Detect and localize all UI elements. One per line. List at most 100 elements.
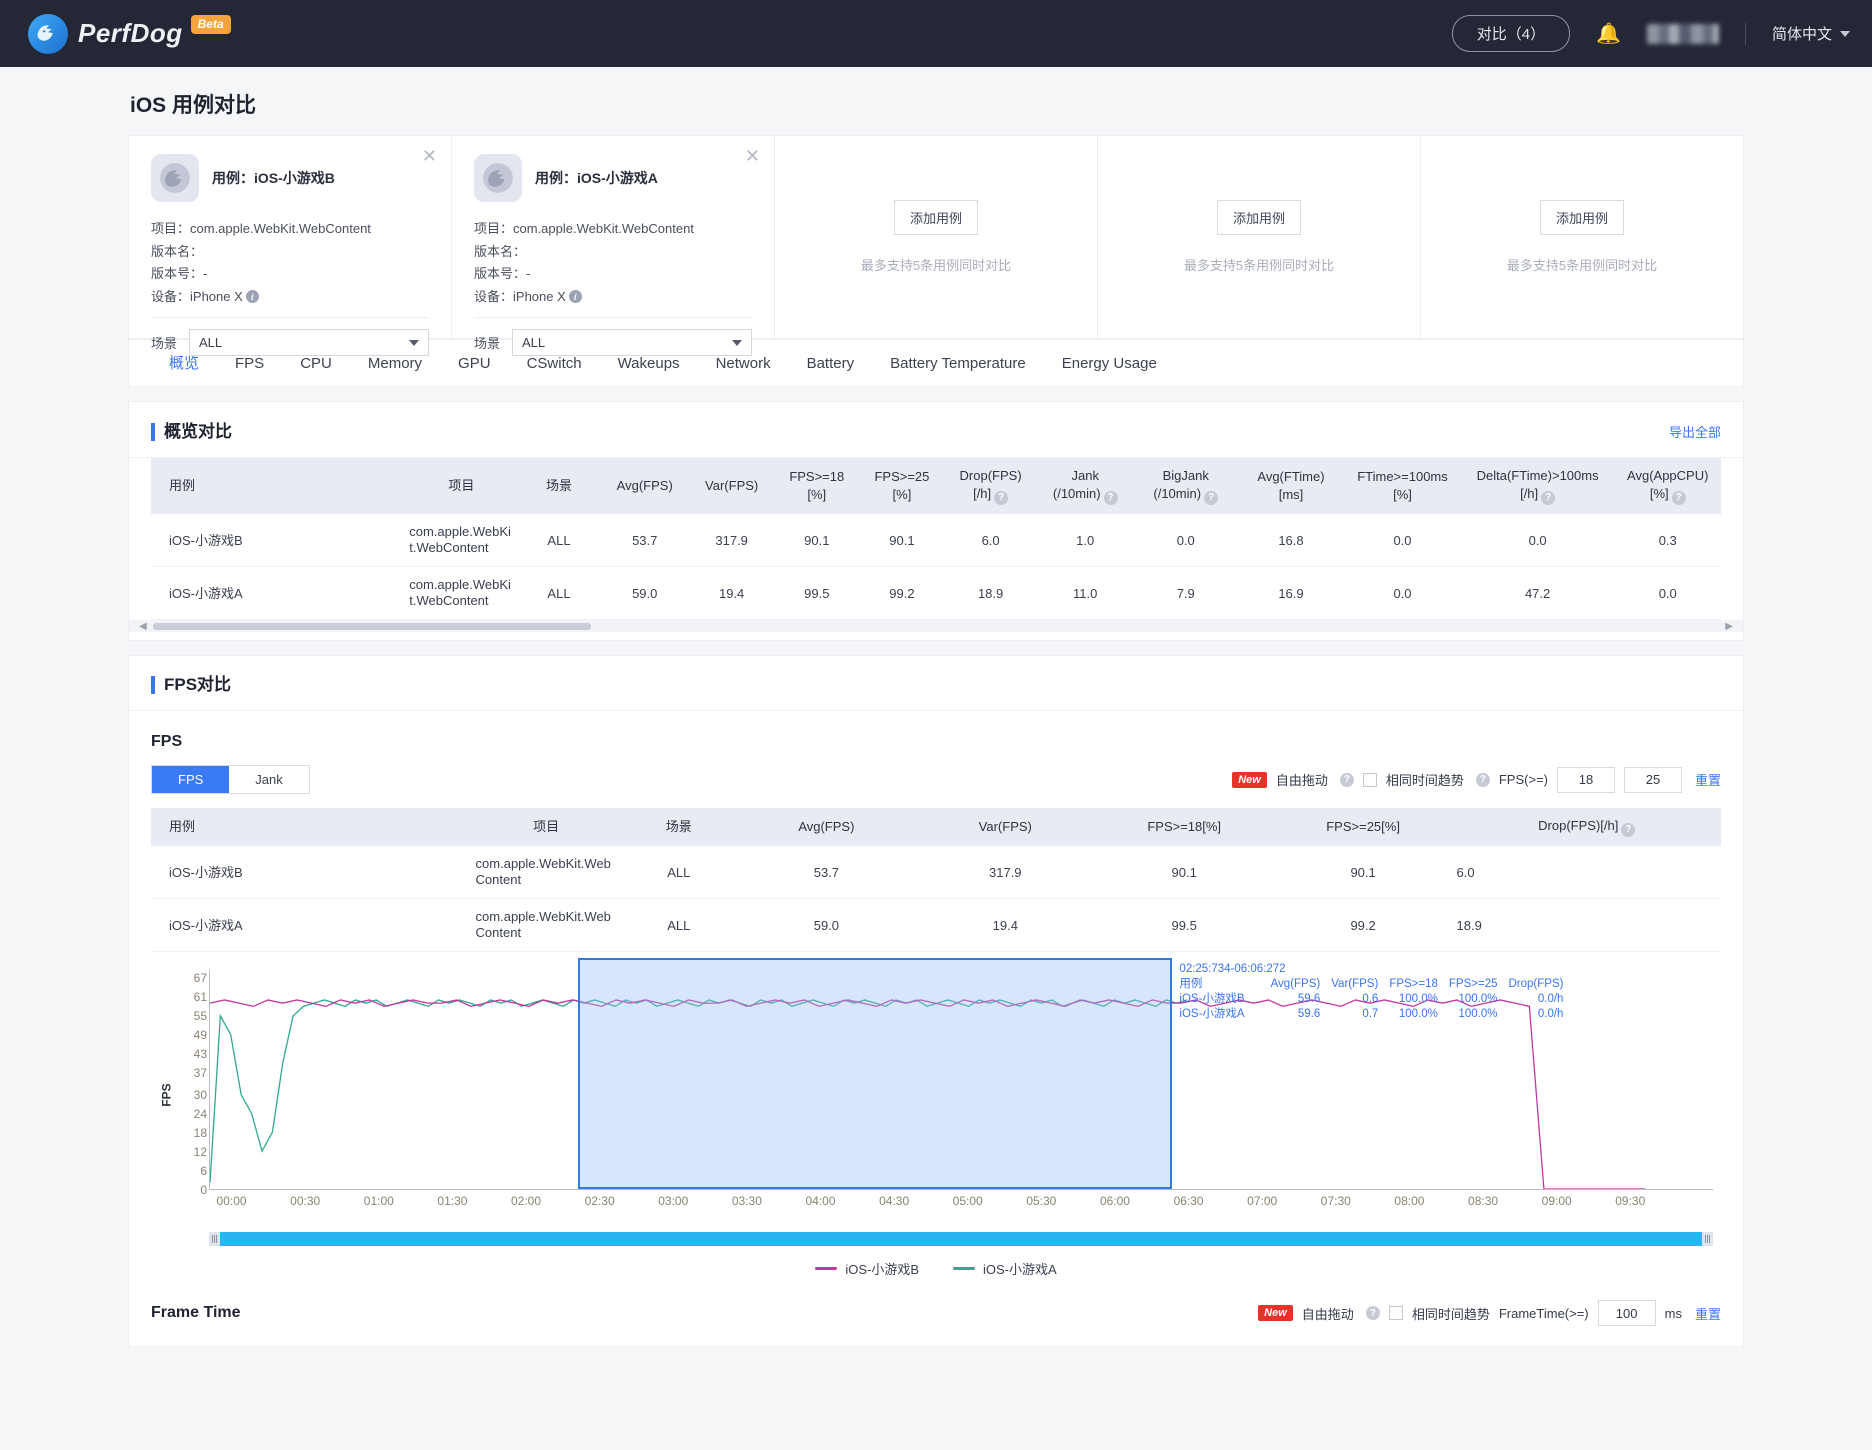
help-icon[interactable]: ? xyxy=(1204,491,1219,505)
help-icon[interactable]: ? xyxy=(1365,1306,1380,1320)
column-header: Drop(FPS)[/h]? xyxy=(1452,808,1721,846)
table-cell: ALL xyxy=(517,566,601,620)
table-cell: 47.2 xyxy=(1460,566,1615,620)
scroll-left-icon[interactable]: ◀ xyxy=(139,621,147,632)
frametime-threshold-input[interactable]: 100 xyxy=(1597,1300,1656,1326)
help-icon[interactable]: ? xyxy=(1339,772,1354,787)
table-cell: 99.5 xyxy=(1094,898,1274,952)
y-tick-label: 61 xyxy=(193,989,207,1004)
table-header-row: 用例项目场景Avg(FPS)Var(FPS)FPS>=18[%]FPS>=25[… xyxy=(151,458,1721,514)
beta-badge: Beta xyxy=(190,15,231,34)
tab-battery[interactable]: Battery xyxy=(789,340,873,387)
table-cell: 6.0 xyxy=(1452,846,1721,899)
case-cards-container: ✕ 用例：iOS-小游戏B 项目：com.apple.WebKit.WebCon… xyxy=(128,135,1744,356)
same-time-trend-checkbox[interactable] xyxy=(1388,1306,1403,1320)
table-cell: com.apple.WebKit.WebContent xyxy=(471,846,621,899)
free-drag-label: 自由拖动 xyxy=(1301,1306,1354,1322)
table-cell: 317.9 xyxy=(915,846,1095,899)
table-cell: 19.4 xyxy=(915,898,1095,952)
reset-link[interactable]: 重置 xyxy=(1695,1304,1721,1323)
legend-item[interactable]: iOS-小游戏B xyxy=(815,1259,919,1278)
add-case-button[interactable]: 添加用例 xyxy=(1216,200,1301,235)
table-cell: 317.9 xyxy=(689,514,775,567)
legend-item[interactable]: iOS-小游戏A xyxy=(953,1259,1057,1278)
chart-range-scrollbar[interactable] xyxy=(209,1232,1713,1246)
y-tick-label: 43 xyxy=(193,1046,207,1061)
table-cell: 0.0 xyxy=(1133,514,1238,567)
table-cell: ALL xyxy=(620,846,737,899)
toggle-fps[interactable]: FPS xyxy=(152,766,230,793)
fps-jank-toggle: FPS Jank xyxy=(151,765,310,794)
y-tick-label: 55 xyxy=(193,1008,207,1023)
chevron-down-icon xyxy=(409,339,419,346)
tooltip-column-header: 用例 xyxy=(1179,978,1203,990)
export-all-link[interactable]: 导出全部 xyxy=(1669,422,1721,441)
case-device-value: iPhone X xyxy=(513,288,566,304)
scene-select[interactable]: ALL xyxy=(512,329,752,356)
tooltip-cell: 100.0% xyxy=(1398,993,1438,1005)
help-icon[interactable]: ? xyxy=(1475,772,1490,787)
fps-threshold-input-2[interactable]: 25 xyxy=(1623,766,1682,793)
column-header: Avg(FPS) xyxy=(736,808,916,846)
add-case-slot: 添加用例 最多支持5条用例同时对比 xyxy=(775,136,1098,338)
close-icon[interactable]: ✕ xyxy=(745,147,760,165)
language-selector[interactable]: 简体中文 xyxy=(1772,23,1850,44)
toggle-jank[interactable]: Jank xyxy=(229,766,309,793)
tab-energy-usage[interactable]: Energy Usage xyxy=(1044,340,1175,387)
close-icon[interactable]: ✕ xyxy=(422,147,437,165)
tab-battery-temperature[interactable]: Battery Temperature xyxy=(872,340,1044,387)
x-tick-label: 03:00 xyxy=(658,1194,689,1208)
y-tick-label: 67 xyxy=(193,971,207,985)
fps-threshold-input-1[interactable]: 18 xyxy=(1556,766,1615,793)
table-cell: 16.8 xyxy=(1237,514,1345,567)
reset-link[interactable]: 重置 xyxy=(1695,770,1721,789)
x-tick-label: 04:30 xyxy=(879,1194,910,1208)
user-account-name[interactable] xyxy=(1646,23,1719,44)
add-case-button[interactable]: 添加用例 xyxy=(893,200,978,235)
range-handle-left[interactable] xyxy=(209,1232,220,1246)
x-tick-label: 02:30 xyxy=(584,1194,615,1208)
case-project-value: com.apple.WebKit.WebContent xyxy=(190,221,371,236)
column-header: FPS>=25[%] xyxy=(859,458,945,514)
table-cell: 90.1 xyxy=(1273,846,1453,899)
case-version-code: 版本号：- xyxy=(474,263,752,286)
scrollbar-thumb[interactable] xyxy=(152,622,592,630)
column-header: 场景 xyxy=(517,458,601,514)
help-icon[interactable]: ? xyxy=(994,491,1009,505)
x-tick-label: 09:00 xyxy=(1541,1194,1572,1208)
same-time-trend-checkbox[interactable] xyxy=(1362,772,1377,787)
legend-label: iOS-小游戏A xyxy=(983,1262,1057,1277)
x-tick-label: 06:00 xyxy=(1099,1194,1130,1208)
brand-logo[interactable]: PerfDog Beta xyxy=(28,13,233,54)
table-cell: 0.0 xyxy=(1344,514,1461,567)
compare-button[interactable]: 对比（4） xyxy=(1451,15,1571,52)
table-cell: com.apple.WebKit.WebContent xyxy=(405,514,518,567)
range-handle-right[interactable] xyxy=(1702,1232,1713,1246)
column-header: FPS>=18[%] xyxy=(774,458,860,514)
table-cell: 90.1 xyxy=(1094,846,1274,899)
info-icon[interactable]: i xyxy=(245,290,259,304)
scroll-right-icon[interactable]: ▶ xyxy=(1725,621,1733,632)
tooltip-column-header: Drop(FPS) xyxy=(1508,978,1564,990)
x-tick-label: 07:00 xyxy=(1247,1194,1278,1208)
fps-chart[interactable]: FPS 0 6 12 18 24 30 37 43 49 55 61 67 02:25:734-06:… xyxy=(151,958,1721,1220)
chart-plot-area[interactable]: 02:25:734-06:06:272 用例 Avg(FPS) Var(FPS) FPS… xyxy=(209,958,1713,1190)
help-icon[interactable]: ? xyxy=(1621,823,1636,837)
tooltip-column-header: FPS>=18 xyxy=(1389,978,1438,990)
table-horizontal-scrollbar[interactable]: ◀ ▶ xyxy=(129,620,1743,632)
help-icon[interactable]: ? xyxy=(1671,491,1686,505)
help-icon[interactable]: ? xyxy=(1103,491,1118,505)
help-icon[interactable]: ? xyxy=(1541,491,1556,505)
add-case-button[interactable]: 添加用例 xyxy=(1539,200,1624,235)
y-tick-label: 18 xyxy=(193,1126,207,1141)
case-title: 用例：iOS-小游戏B xyxy=(212,170,335,186)
tooltip-column-header: FPS>=25 xyxy=(1448,978,1498,990)
scene-select[interactable]: ALL xyxy=(189,329,429,356)
column-header: FPS>=25[%] xyxy=(1273,808,1453,846)
scene-select-value: ALL xyxy=(522,335,546,350)
info-icon[interactable]: i xyxy=(568,290,582,304)
bell-icon[interactable]: 🔔 xyxy=(1596,21,1621,46)
x-axis-ticks: 00:00 00:30 01:00 01:30 02:00 02:30 03:00 03:30… xyxy=(209,1194,1713,1214)
chevron-down-icon xyxy=(732,339,742,346)
scrollbar-track[interactable] xyxy=(152,622,1720,630)
